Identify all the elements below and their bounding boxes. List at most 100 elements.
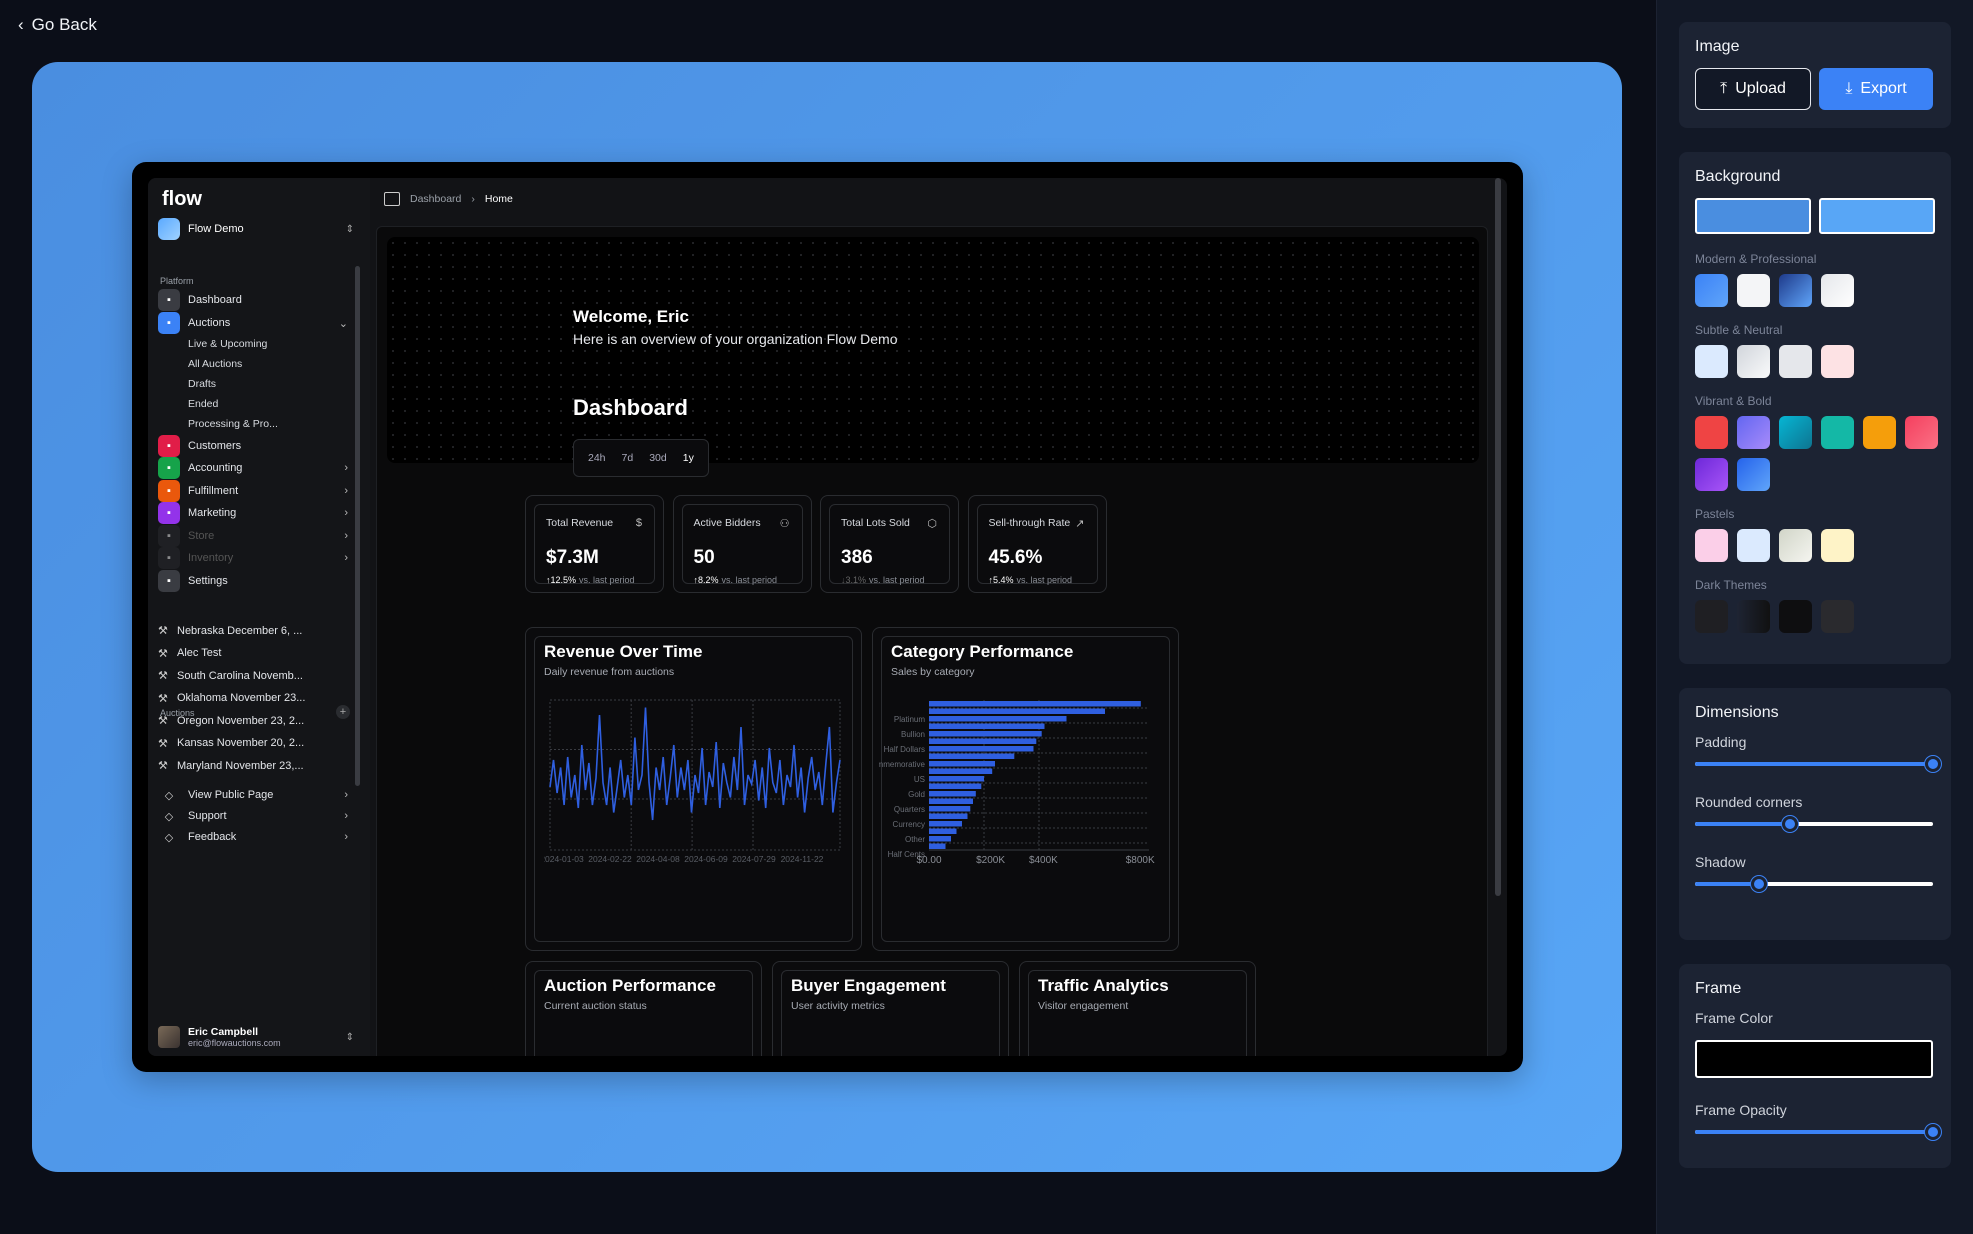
org-switcher[interactable]: Flow Demo ⇕ [158,214,354,244]
auction-list-item[interactable]: ⚒ Oklahoma November 23... [158,692,348,705]
color-swatch[interactable] [1863,416,1896,449]
user-menu[interactable]: Eric Campbell eric@flowauctions.com ⇕ [158,1026,354,1048]
auctions-subitem[interactable]: Drafts [188,378,216,390]
gradient-start-swatch[interactable] [1695,198,1811,234]
color-swatch[interactable] [1779,274,1812,307]
color-swatch[interactable] [1821,529,1854,562]
period-tab-24h[interactable]: 24h [582,448,612,468]
color-swatch[interactable] [1821,416,1854,449]
auction-list-item[interactable]: ⚒ Nebraska December 6, ... [158,624,348,638]
frame-color-input[interactable] [1695,1040,1933,1078]
sidebar-item-auctions[interactable]: ▪ Auctions ⌄ [158,311,348,335]
period-tab-1y[interactable]: 1y [677,448,700,468]
color-swatch[interactable] [1779,600,1812,633]
slider-track[interactable] [1695,816,1933,832]
period-tab-30d[interactable]: 30d [643,448,673,468]
color-swatch[interactable] [1821,345,1854,378]
color-swatch[interactable] [1695,416,1728,449]
kpi-card: Sell-through Rate ↗ 45.6% ↑5.4% vs. last per… [967,495,1107,593]
color-swatch[interactable] [1695,274,1728,307]
sidebar-item-marketing[interactable]: ▪ Marketing › [158,501,348,525]
auctions-subitem[interactable]: Processing & Pro... [188,418,278,430]
settings-panel: Image ⤒ Upload ⤓ Export Background Moder… [1656,0,1973,1234]
color-swatch[interactable] [1695,529,1728,562]
period-tab-7d[interactable]: 7d [616,448,640,468]
y-tick-label: US [914,775,925,784]
color-swatch[interactable] [1695,458,1728,491]
color-swatch[interactable] [1737,458,1770,491]
main-scrollbar[interactable] [1495,178,1501,896]
page-title: Dashboard [573,395,688,420]
auctions-subitem[interactable]: Live & Upcoming [188,338,267,350]
sidebar-item-customers[interactable]: ▪ Customers [158,434,348,458]
breadcrumb-parent[interactable]: Dashboard [410,193,461,205]
frame-color-label: Frame Color [1695,1010,1773,1026]
auction-list-item[interactable]: ⚒ South Carolina Novemb... [158,669,348,683]
slider-track[interactable] [1695,876,1933,892]
x-tick-label: 2024-01-03 [544,854,584,864]
download-icon: ⤓ [1845,80,1853,97]
frame-opacity-slider[interactable] [1695,1124,1941,1140]
slider-knob[interactable] [1925,756,1941,772]
color-swatch[interactable] [1779,416,1812,449]
chevron-right-icon: › [344,789,348,801]
slider-knob[interactable] [1782,816,1799,832]
kpi-card-inner: Total Lots Sold ⬡ 386 ↓3.1% vs. last period [829,504,950,585]
sidebar-item-dashboard[interactable]: ▪ Dashboard [158,288,348,312]
color-swatch[interactable] [1695,600,1728,633]
category-subtitle: Sales by category [891,666,975,678]
background-panel: Background Modern & Professional Subtle &… [1679,152,1951,664]
auction-list-item[interactable]: ⚒ Alec Test [158,647,348,660]
auction-name: Nebraska December 6, ... [177,624,303,637]
send-icon: ◇ [164,831,174,844]
category-bar [929,783,982,789]
kpi-label: Active Bidders [693,517,761,529]
revenue-card: Revenue Over Time Daily revenue from auc… [525,627,862,951]
color-swatch[interactable] [1737,600,1770,633]
revenue-line-chart: 2024-01-03 2024-02-22 2024-04-08 2024-06-09… [544,699,841,864]
upload-button[interactable]: ⤒ Upload [1695,68,1811,110]
kpi-value: 386 [841,547,873,568]
sidebar-item-inventory[interactable]: ▪ Inventory › [158,546,348,570]
sidebar-toggle-icon[interactable] [384,192,400,206]
gradient-stops [1695,198,1935,234]
color-swatch[interactable] [1695,345,1728,378]
auction-list-item[interactable]: ⚒ Maryland November 23,... [158,759,348,773]
color-swatch[interactable] [1737,345,1770,378]
slider-knob[interactable] [1925,1124,1941,1140]
kpi-change-value: 8.2% [698,575,719,585]
kpi-change-suffix: vs. last period [721,575,778,585]
color-swatch[interactable] [1737,416,1770,449]
color-swatch[interactable] [1737,529,1770,562]
auctions-subitem[interactable]: All Auctions [188,358,242,370]
sidebar-item-fulfillment[interactable]: ▪ Fulfillment › [158,479,348,503]
frame-panel-title: Frame [1695,980,1742,997]
users-icon: ⚇ [779,518,790,530]
color-swatch[interactable] [1905,416,1938,449]
auction-name: Oregon November 23, 2... [177,714,305,727]
color-swatch[interactable] [1821,600,1854,633]
kpi-change: ↑8.2% vs. last period [694,575,791,585]
color-swatch[interactable] [1779,345,1812,378]
auction-list-item[interactable]: ⚒ Kansas November 20, 2... [158,737,348,750]
auctions-subitem[interactable]: Ended [188,398,218,410]
go-back-button[interactable]: ‹ Go Back [18,15,97,35]
export-button[interactable]: ⤓ Export [1819,68,1933,110]
footer-link-feedback[interactable]: ◇ Feedback › [158,825,348,849]
hero-banner [387,237,1479,463]
breadcrumb: Dashboard › Home [384,192,513,206]
color-swatch[interactable] [1779,529,1812,562]
color-swatch[interactable] [1821,274,1854,307]
auction-list-item[interactable]: ⚒ Oregon November 23, 2... [158,714,348,728]
sidebar-scrollbar[interactable] [355,266,360,786]
slider-fill [1695,882,1760,886]
slider-knob[interactable] [1751,876,1768,892]
slider-track[interactable] [1695,756,1941,772]
color-swatch[interactable] [1737,274,1770,307]
sidebar-item-store[interactable]: ▪ Store › [158,524,348,548]
frame-panel: Frame Frame Color Frame Opacity [1679,964,1951,1168]
sidebar-item-accounting[interactable]: ▪ Accounting › [158,456,348,480]
auction-performance-card: Auction Performance Current auction stat… [525,961,762,1056]
sidebar-item-settings[interactable]: ▪ Settings [158,569,348,593]
gradient-end-swatch[interactable] [1819,198,1935,234]
